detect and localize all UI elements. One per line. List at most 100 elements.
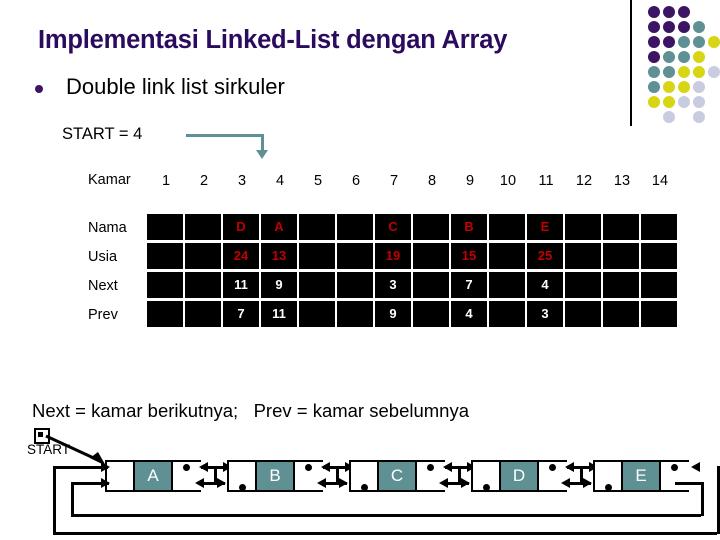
page-title: Implementasi Linked-List dengan Array xyxy=(38,26,508,54)
decorative-dot xyxy=(678,66,690,78)
node-pointer-dot-icon xyxy=(671,464,678,471)
array-cell: 13 xyxy=(261,243,297,269)
node-pointer-dot-icon xyxy=(305,464,312,471)
array-cell: 4 xyxy=(451,301,487,327)
array-cell xyxy=(641,243,677,269)
array-column-header: 14 xyxy=(651,173,669,189)
array-cell xyxy=(641,272,677,298)
start-pointer-dot-icon xyxy=(38,432,43,437)
array-cell xyxy=(603,301,639,327)
slide-canvas: Implementasi Linked-List dengan Array Do… xyxy=(0,0,720,540)
decorative-dot xyxy=(693,36,705,48)
array-cell xyxy=(565,243,601,269)
array-table: Kamar Nama Usia Next Prev 1 2 3 4 5 6 7 8 9 10 11 1… xyxy=(88,170,688,335)
array-cell xyxy=(147,301,183,327)
bullet-dot-icon xyxy=(35,85,43,93)
decorative-dot-grid xyxy=(648,6,720,126)
decorative-dot xyxy=(693,51,705,63)
prev-link-arrowhead-icon xyxy=(339,478,348,488)
decorative-dot xyxy=(663,96,675,108)
array-cell: D xyxy=(223,214,259,240)
array-column-header: 12 xyxy=(575,173,593,189)
array-column-header: 11 xyxy=(538,173,554,189)
array-column-header: 7 xyxy=(389,173,399,189)
decorative-dot xyxy=(708,66,720,78)
node-value-cell: A xyxy=(133,462,173,490)
wrap-prev-arrowhead-icon xyxy=(101,478,110,488)
node-pointer-dot-icon xyxy=(549,464,556,471)
wrap-next-vertical-left xyxy=(53,466,56,534)
decorative-dot xyxy=(678,6,690,18)
link-vertical-connector xyxy=(580,466,583,484)
array-cell xyxy=(413,214,449,240)
array-column-header: 5 xyxy=(313,173,323,189)
array-table-row-labels: Kamar Nama Usia Next Prev xyxy=(88,170,148,335)
node-value-cell: E xyxy=(621,462,661,490)
prev-link-arrowhead-icon xyxy=(583,478,592,488)
next-link-arrowhead-icon xyxy=(443,462,452,472)
array-cell: 9 xyxy=(375,301,411,327)
array-cell xyxy=(185,214,221,240)
next-link-arrowhead-icon xyxy=(565,462,574,472)
array-cell: 4 xyxy=(527,272,563,298)
decorative-dot xyxy=(663,111,675,123)
array-column-header: 8 xyxy=(427,173,437,189)
array-cell xyxy=(489,214,525,240)
array-cell: A xyxy=(261,214,297,240)
array-cell: 9 xyxy=(261,272,297,298)
array-cell: E xyxy=(527,214,563,240)
array-cell xyxy=(337,214,373,240)
array-column-header: 2 xyxy=(199,173,209,189)
array-cell xyxy=(299,301,335,327)
array-cell xyxy=(603,214,639,240)
array-cell xyxy=(337,301,373,327)
node-pointer-dot-icon xyxy=(427,464,434,471)
linked-list-diagram: A B C D E xyxy=(0,448,720,540)
next-link-arrowhead-icon xyxy=(321,462,330,472)
decorative-dot xyxy=(693,111,705,123)
array-cell: 7 xyxy=(451,272,487,298)
wrap-prev-exit xyxy=(675,482,703,485)
decorative-dot xyxy=(648,96,660,108)
array-cell: 24 xyxy=(223,243,259,269)
array-column-header: 4 xyxy=(275,173,285,189)
node-pointer-dot-icon xyxy=(361,484,368,491)
wrap-next-arrowhead-icon xyxy=(101,462,110,472)
array-table-grid: 1 2 3 4 5 6 7 8 9 10 11 12 13 14 D A C B E 24 13 19 15 25 11 9 3 7 4… xyxy=(147,170,680,335)
array-cell xyxy=(299,272,335,298)
array-cell xyxy=(185,243,221,269)
prev-link-arrowhead-icon xyxy=(217,478,226,488)
node-value-cell: C xyxy=(377,462,417,490)
link-vertical-connector xyxy=(336,466,339,484)
array-cell: 11 xyxy=(261,301,297,327)
array-cell: 3 xyxy=(527,301,563,327)
array-cell xyxy=(565,272,601,298)
array-cell xyxy=(413,243,449,269)
array-cell xyxy=(603,243,639,269)
prev-link-arrowhead-icon xyxy=(439,478,448,488)
node-value-cell: D xyxy=(499,462,539,490)
array-cell xyxy=(489,301,525,327)
array-cell: B xyxy=(451,214,487,240)
array-column-header: 10 xyxy=(499,173,517,189)
bullet-item: Double link list sirkuler xyxy=(30,74,630,104)
link-vertical-connector xyxy=(214,466,217,484)
array-cell: 11 xyxy=(223,272,259,298)
decorative-dot xyxy=(663,6,675,18)
array-cell xyxy=(147,214,183,240)
array-cell xyxy=(413,272,449,298)
decorative-dot xyxy=(693,21,705,33)
decorative-dot xyxy=(663,81,675,93)
decorative-dot xyxy=(678,51,690,63)
array-cell xyxy=(337,243,373,269)
wrap-next-horizontal xyxy=(53,532,717,535)
row-label-nama: Nama xyxy=(88,220,127,236)
row-label-prev: Prev xyxy=(88,307,118,323)
start-arrow-head-icon xyxy=(256,150,268,159)
array-cell xyxy=(489,243,525,269)
array-cell: 3 xyxy=(375,272,411,298)
decorative-dot xyxy=(648,66,660,78)
array-cell: 25 xyxy=(527,243,563,269)
bullet-item-label: Double link list sirkuler xyxy=(66,74,285,99)
array-cell xyxy=(565,301,601,327)
